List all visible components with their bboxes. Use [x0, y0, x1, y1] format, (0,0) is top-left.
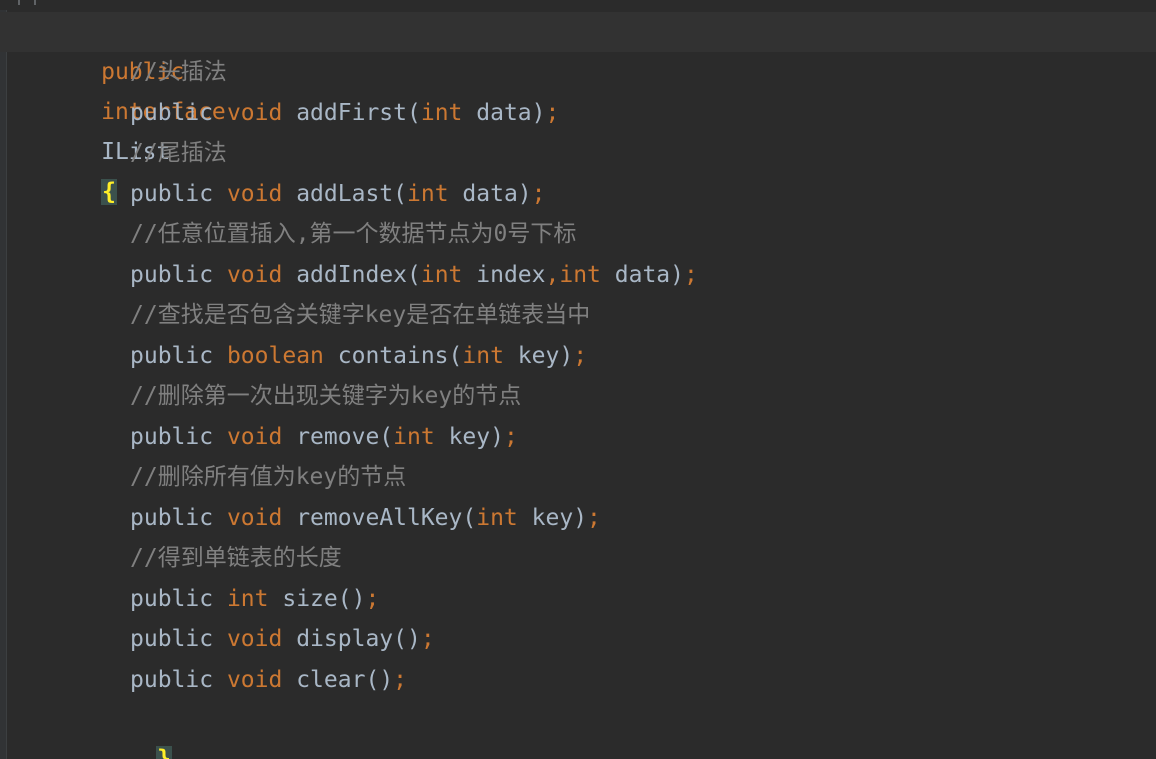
semicolon: ; [365, 585, 380, 612]
return-type: void [226, 99, 283, 126]
semicolon: ; [393, 666, 408, 693]
comment-text: //查找是否包含关键字key是否在单链表当中 [130, 302, 591, 328]
modifier-public: public [130, 626, 214, 652]
code-line-method-remove[interactable]: public void remove(int key); [0, 417, 1156, 457]
code-line-method-addFirst[interactable]: public void addFirst(int data); [0, 93, 1156, 133]
code-line-method-contains[interactable]: public boolean contains(int key); [0, 336, 1156, 376]
close-paren: ) [670, 261, 685, 288]
modifier-public: public [130, 585, 214, 612]
param-name: data [476, 99, 532, 126]
method-name: addLast [296, 180, 394, 207]
code-line-method-display[interactable]: public void display(); [0, 619, 1156, 659]
method-name: size [282, 585, 338, 612]
param-type: int [393, 423, 435, 450]
close-brace: } [156, 746, 172, 759]
param-name: data [614, 261, 671, 288]
comment-text: //删除所有值为key的节点 [130, 464, 407, 490]
param-separator: , [545, 261, 560, 288]
modifier-public: public [130, 423, 214, 450]
semicolon: ; [531, 180, 546, 207]
code-line-comment[interactable]: //查找是否包含关键字key是否在单链表当中 [0, 295, 1156, 335]
method-name: removeAllKey [296, 504, 463, 531]
code-line-comment[interactable]: //得到单链表的长度 [0, 538, 1156, 578]
open-paren: ( [365, 666, 380, 693]
param-name: key [517, 342, 560, 369]
method-name: contains [337, 342, 449, 369]
code-line-method-addIndex[interactable]: public void addIndex(int index,int data)… [0, 255, 1156, 295]
close-paren: ) [407, 626, 421, 652]
close-paren: ) [490, 423, 504, 450]
open-paren: ( [379, 423, 394, 450]
fold-marker [18, 0, 20, 5]
open-paren: ( [462, 504, 477, 531]
return-type: void [226, 180, 283, 207]
code-line-interface-declaration[interactable]: public interface IList { [0, 12, 1156, 205]
modifier-public: public [130, 261, 214, 288]
param-type: int [420, 99, 463, 126]
param-type: int [476, 504, 518, 531]
modifier-public: public [130, 342, 214, 369]
method-name: remove [296, 423, 380, 450]
param-type: int [407, 180, 449, 207]
code-line-method-removeAllKey[interactable]: public void removeAllKey(int key); [0, 498, 1156, 538]
open-paren: ( [337, 585, 352, 612]
param-name: index [476, 261, 546, 288]
code-line-comment[interactable]: //删除所有值为key的节点 [0, 457, 1156, 497]
return-type: void [226, 261, 283, 288]
code-line-comment[interactable]: //删除第一次出现关键字为key的节点 [0, 376, 1156, 416]
semicolon: ; [684, 261, 698, 288]
semicolon: ; [573, 342, 588, 369]
close-paren: ) [517, 180, 532, 207]
param-type: int [420, 261, 463, 288]
open-paren: ( [393, 180, 407, 207]
return-type: boolean [226, 342, 324, 369]
modifier-public: public [130, 666, 214, 693]
method-name: display [296, 626, 394, 652]
comment-text: //得到单链表的长度 [130, 545, 342, 571]
param-name: key [448, 423, 491, 450]
code-line-method-clear[interactable]: public void clear(); [0, 660, 1156, 700]
open-paren: ( [448, 342, 463, 369]
return-type: void [226, 423, 283, 450]
code-line-method-size[interactable]: public int size(); [0, 579, 1156, 619]
method-name: clear [296, 666, 366, 693]
return-type: void [226, 626, 283, 652]
comment-text: //尾插法 [130, 140, 227, 166]
code-line-comment[interactable]: //尾插法 [0, 133, 1156, 173]
semicolon: ; [420, 626, 435, 652]
close-paren: ) [559, 342, 574, 369]
method-name: addFirst [296, 99, 407, 126]
code-line-method-addLast[interactable]: public void addLast(int data); [0, 174, 1156, 214]
close-paren: ) [351, 585, 366, 612]
return-type: void [226, 666, 283, 693]
open-paren: ( [406, 99, 421, 126]
semicolon: ; [545, 99, 560, 126]
close-paren: ) [531, 99, 546, 126]
fold-marker [34, 0, 36, 5]
semicolon: ; [503, 423, 518, 450]
close-paren: ) [573, 504, 588, 531]
return-type: void [226, 504, 283, 531]
param-type: int [462, 342, 504, 369]
comment-text: //头插法 [130, 59, 227, 85]
return-type: int [226, 585, 269, 612]
comment-text: //删除第一次出现关键字为key的节点 [130, 383, 522, 409]
semicolon: ; [587, 504, 601, 531]
modifier-public: public [130, 180, 214, 207]
top-strip [0, 0, 1156, 10]
modifier-public: public [130, 504, 214, 531]
method-name: addIndex [296, 261, 407, 288]
code-line-comment[interactable]: //头插法 [0, 52, 1156, 92]
param-name: key [531, 504, 574, 531]
code-line-comment[interactable]: //任意位置插入,第一个数据节点为0号下标 [0, 214, 1156, 254]
code-editor[interactable]: public interface IList { //头插法 public voi… [0, 0, 1156, 759]
close-paren: ) [379, 666, 394, 693]
comment-text: //任意位置插入,第一个数据节点为0号下标 [130, 221, 577, 247]
code-line-close-brace[interactable]: } [0, 699, 1156, 759]
modifier-public: public [130, 99, 214, 126]
param-type: int [559, 261, 601, 288]
param-name: data [462, 180, 518, 207]
open-paren: ( [406, 261, 421, 288]
open-paren: ( [393, 626, 407, 652]
